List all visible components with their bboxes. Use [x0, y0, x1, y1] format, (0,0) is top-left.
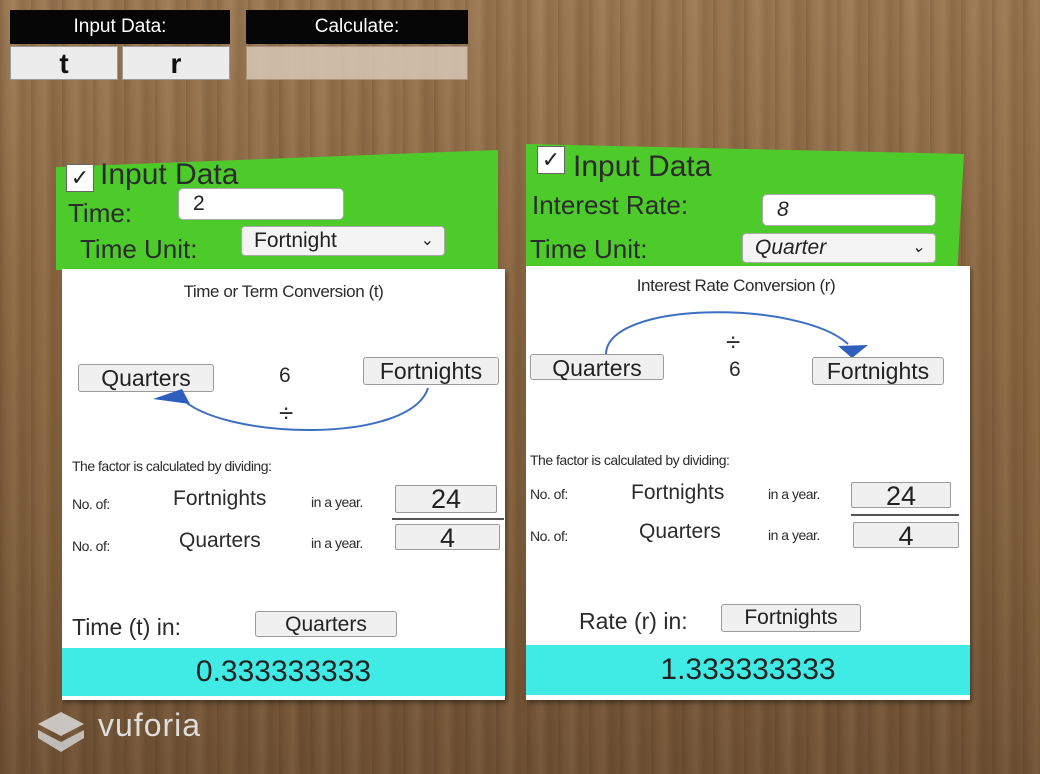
vuforia-watermark: vuforia [98, 707, 202, 743]
rate-result-label: Rate (r) in: [579, 608, 688, 634]
rate-result-unit-button[interactable]: Fortnights [721, 604, 861, 632]
rate-row1-suffix: in a year. [768, 486, 820, 502]
fraction-divider [851, 514, 959, 516]
vuforia-logo-icon [38, 712, 84, 752]
rate-row2-prefix: No. of: [530, 528, 568, 544]
rate-operator: ÷ [726, 327, 741, 357]
rate-from-unit-button[interactable]: Quarters [530, 354, 664, 381]
rate-row2-value: 4 [853, 522, 959, 550]
rate-row2-unit: Quarters [639, 520, 721, 543]
rate-factor: 6 [729, 358, 741, 381]
rate-row2-suffix: in a year. [768, 527, 820, 543]
rate-result-value: 1.333333333 [526, 645, 970, 695]
rate-row1-unit: Fortnights [631, 481, 725, 504]
rate-row1-prefix: No. of: [530, 486, 568, 502]
rate-to-unit-button[interactable]: Fortnights [812, 357, 944, 385]
rate-row1-value: 24 [851, 482, 951, 510]
rate-factor-caption: The factor is calculated by dividing: [530, 452, 730, 468]
